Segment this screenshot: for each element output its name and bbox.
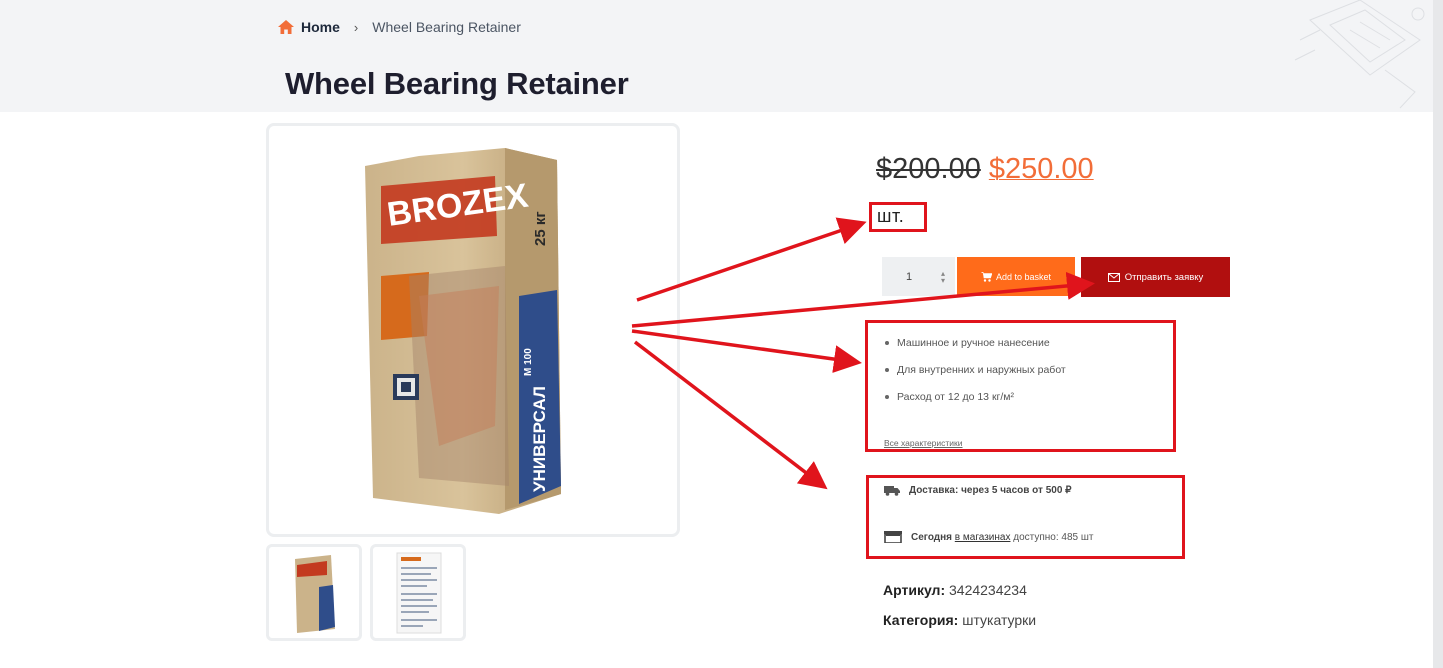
price-block: $200.00 $250.00 — [876, 153, 1094, 186]
stepper-arrows-icon[interactable]: ▴ ▾ — [941, 269, 945, 284]
feature-text: Расход от 12 до 13 кг/м² — [897, 391, 1014, 403]
today-label: Сегодня — [911, 531, 953, 543]
feature-text: Машинное и ручное нанесение — [897, 337, 1050, 349]
shipping-row: Доставка: через 5 часов от 500 ₽ — [884, 485, 1072, 496]
category-row: Категория: штукатурки — [883, 612, 1036, 628]
breadcrumb: Home › Wheel Bearing Retainer — [278, 19, 521, 35]
bag-product-text: УНИВЕРСАЛ — [530, 386, 549, 492]
stores-link[interactable]: в магазинах — [955, 532, 1011, 543]
unit-label: шт. — [877, 206, 905, 226]
sku-label: Артикул: — [883, 582, 946, 598]
home-icon[interactable] — [278, 20, 294, 34]
category-label: Категория: — [883, 612, 959, 628]
bullet-icon — [885, 368, 889, 372]
sku-value: 3424234234 — [949, 582, 1027, 598]
feature-text: Для внутренних и наружных работ — [897, 364, 1066, 376]
availability-text: доступно: 485 шт — [1013, 531, 1094, 543]
store-icon — [884, 531, 902, 543]
breadcrumb-home-link[interactable]: Home — [301, 19, 340, 35]
header-band — [0, 0, 1443, 112]
delivery-box: Доставка: через 5 часов от 500 ₽ Сегодня… — [866, 475, 1185, 559]
bag-model-text: М 100 — [523, 348, 534, 376]
category-link[interactable]: штукатурки — [962, 612, 1036, 628]
feature-item: Для внутренних и наружных работ — [885, 364, 1066, 376]
breadcrumb-current: Wheel Bearing Retainer — [372, 19, 521, 35]
bullet-icon — [885, 395, 889, 399]
page-scroll-strip — [1433, 0, 1443, 668]
bullet-icon — [885, 341, 889, 345]
add-to-basket-label: Add to basket — [995, 271, 1052, 282]
product-bag-illustration: BROZEX 25 кг УНИВЕРСАЛ М 100 — [365, 148, 561, 514]
old-price: $200.00 — [876, 153, 981, 185]
cart-icon — [980, 271, 992, 282]
decorative-blueprint-graphic — [1294, 0, 1425, 109]
bag-weight-text: 25 кг — [532, 211, 549, 246]
store-availability-row: Сегодня в магазинах доступно: 485 шт — [884, 531, 1093, 543]
add-to-basket-button[interactable]: Add to basket — [957, 257, 1075, 296]
send-request-label: Отправить заявку — [1124, 271, 1204, 283]
feature-item: Машинное и ручное нанесение — [885, 337, 1050, 349]
send-request-button[interactable]: Отправить заявку — [1081, 257, 1230, 297]
product-page: Home › Wheel Bearing Retainer Wheel Bear… — [0, 0, 1443, 668]
breadcrumb-separator: › — [353, 19, 359, 35]
page-title: Wheel Bearing Retainer — [285, 66, 629, 101]
shipping-value: через 5 часов от 500 ₽ — [961, 485, 1072, 496]
thumbnail-bag[interactable] — [266, 544, 362, 641]
sku-row: Артикул: 3424234234 — [883, 582, 1027, 598]
current-price: $250.00 — [988, 153, 1094, 185]
envelope-icon — [1107, 272, 1120, 282]
truck-icon — [884, 486, 900, 496]
features-box: Машинное и ручное нанесение Для внутренн… — [865, 320, 1176, 452]
quantity-stepper[interactable]: 1 ▴ ▾ — [882, 257, 955, 296]
quantity-value[interactable]: 1 — [906, 271, 912, 283]
shipping-label: Доставка: — [909, 485, 959, 496]
feature-item: Расход от 12 до 13 кг/м² — [885, 391, 1014, 403]
thumbnail-spec-sheet[interactable] — [370, 544, 466, 641]
all-specs-link[interactable]: Все характеристики — [884, 438, 963, 448]
main-product-image[interactable]: BROZEX 25 кг УНИВЕРСАЛ М 100 — [266, 123, 680, 537]
